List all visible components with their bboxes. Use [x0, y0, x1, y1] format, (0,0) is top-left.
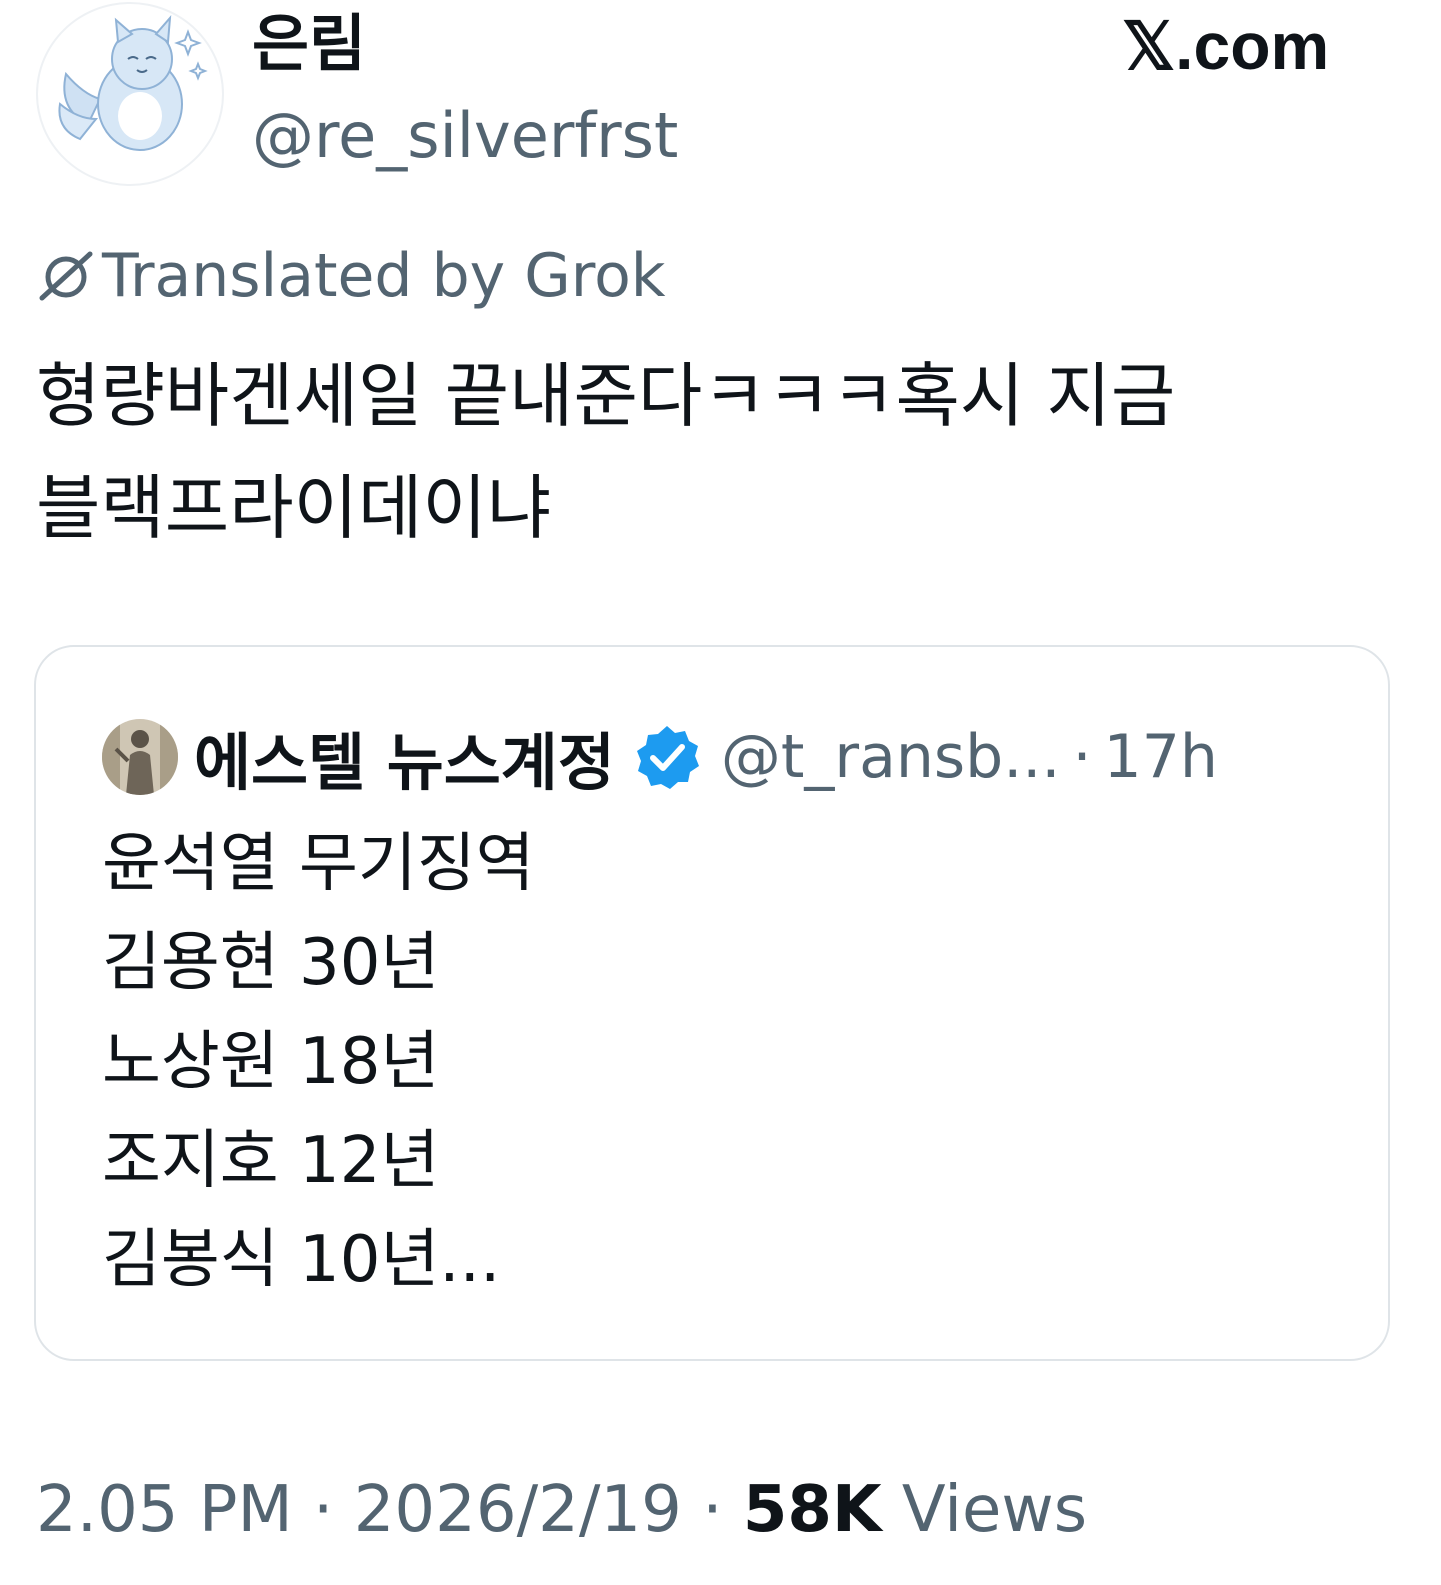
translation-label[interactable]: Translated by Grok: [36, 236, 666, 316]
quoted-author-name[interactable]: 에스텔 뉴스계정: [194, 712, 615, 802]
quoted-tweet-card[interactable]: 에스텔 뉴스계정 @t_ransb... · 17h 윤석열 무기징역 김용현 …: [34, 645, 1390, 1361]
tweet-metadata: 2.05 PM · 2026/2/19 · 58K Views: [36, 1470, 1087, 1550]
tweet-time[interactable]: 2.05 PM: [36, 1473, 293, 1547]
quoted-tweet-text: 윤석열 무기징역 김용현 30년 노상원 18년 조지호 12년 김봉식 10년…: [102, 815, 535, 1310]
grok-icon: [39, 251, 93, 301]
quoted-line: 조지호 12년: [102, 1124, 440, 1198]
author-display-name[interactable]: 은림: [252, 4, 366, 84]
quoted-line: 김용현 30년: [102, 926, 440, 1000]
quoted-tweet-header: 에스텔 뉴스계정 @t_ransb... · 17h: [102, 717, 1218, 799]
translation-text: Translated by Grok: [102, 241, 666, 311]
quoted-timestamp[interactable]: 17h: [1104, 722, 1218, 792]
quoted-author-avatar[interactable]: [102, 719, 178, 795]
views-label: Views: [901, 1473, 1088, 1547]
quoted-author-handle[interactable]: @t_ransb...: [721, 722, 1061, 792]
verified-badge-icon: [636, 726, 699, 789]
views-count[interactable]: 58K: [743, 1473, 882, 1547]
fox-avatar-icon: [58, 15, 208, 151]
meta-separator: ·: [702, 1473, 723, 1547]
tweet-date[interactable]: 2026/2/19: [354, 1473, 682, 1547]
x-com-logo: 𝕏.com: [1122, 9, 1330, 83]
quoted-separator: ·: [1072, 722, 1092, 792]
statue-avatar-icon: [102, 719, 178, 795]
author-avatar[interactable]: [36, 2, 224, 186]
tweet-text: 형량바겐세일 끝내준다ㅋㅋㅋ혹시 지금 블랙프라이데이냐: [36, 355, 1176, 549]
meta-separator: ·: [313, 1473, 334, 1547]
quoted-line: 노상원 18년: [102, 1025, 440, 1099]
quoted-line: 윤석열 무기징역: [102, 827, 535, 901]
author-handle[interactable]: @re_silverfrst: [252, 96, 678, 176]
quoted-line: 김봉식 10년...: [102, 1223, 501, 1297]
